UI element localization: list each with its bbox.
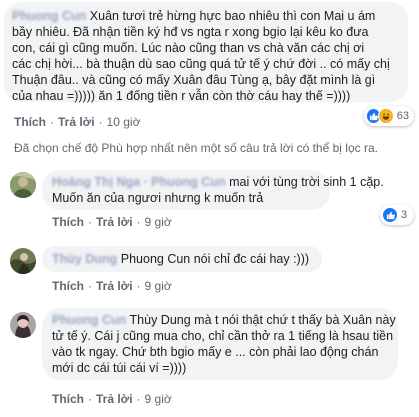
avatar[interactable] (10, 172, 36, 198)
comment-text-line: vào tk ngay. Chứ bth bgio mấy e ... còn … (52, 345, 379, 359)
reaction-count: 63 (396, 110, 409, 122)
like-reaction-icon (382, 207, 398, 223)
reaction-count: 3 (401, 209, 408, 221)
reply-link[interactable]: Trả lời (96, 215, 133, 229)
comment-text-line: Thùy Dung mà t nói thật chứ t thấy bà Xu… (129, 313, 396, 327)
reply-bubble: Hoàng Thị Nga · Phuong Cun mai với tùng … (42, 170, 384, 210)
comment-text-line: các chị hời... bà thuận dù sao cũng quá … (12, 57, 390, 71)
comment-text-line: tử tế ý. Cái j cũng mua cho, chỉ cần thở… (52, 329, 394, 343)
avatar[interactable] (10, 248, 36, 274)
comment-text-line: mai với tùng trời sinh 1 cặp. (229, 175, 384, 189)
comment-author[interactable]: Thùy Dung (52, 252, 117, 266)
comment-text-line: Thuận đâu.. và cũng có mấy Xuân đâu Tùng… (12, 73, 376, 87)
reply-link[interactable]: Trả lời (96, 392, 133, 406)
comment-author[interactable]: Phuong Cun (12, 9, 86, 23)
timestamp[interactable]: 9 giờ (145, 215, 172, 229)
comment-actions: Thích · Trả lời · 9 giờ (52, 392, 172, 406)
comment-bubble: Phuong Cun Xuân tươi trẻ hừng hực bao nh… (4, 2, 408, 103)
comment-text-line: con, cái gì cũng muốn. Lúc nào cũng than… (12, 41, 365, 55)
comment-text-line: của nhau =))))) ăn 1 đống tiền r vẫn còn… (12, 89, 351, 103)
reply-bubble: Thùy Dung Phuong Cun nói chỉ đc cái hay … (42, 246, 322, 272)
comment-text-line: Muốn ăn của ngươi nhưng k muốn trả (52, 191, 264, 205)
comment-actions: Thích · Trả lời · 9 giờ (52, 215, 172, 229)
comment-text-line: mới dc cái túi cái ví =)))) (52, 361, 187, 375)
filter-notice: Đã chọn chế độ Phù hợp nhất nên một số c… (14, 141, 378, 155)
like-link[interactable]: Thích (52, 215, 84, 229)
comment-author[interactable]: Phuong Cun (52, 313, 126, 327)
reaction-summary[interactable]: 63 (364, 106, 414, 126)
like-link[interactable]: Thích (52, 279, 84, 293)
reply-bubble: Phuong Cun Thùy Dung mà t nói thật chứ t… (42, 308, 398, 380)
like-link[interactable]: Thích (52, 392, 84, 406)
comment-author[interactable]: Hoàng Thị Nga · Phuong Cun (52, 175, 226, 189)
reaction-summary[interactable]: 3 (380, 205, 414, 225)
like-link[interactable]: Thích (14, 115, 46, 129)
timestamp[interactable]: 9 giờ (145, 392, 172, 406)
reply-link[interactable]: Trả lời (58, 115, 95, 129)
reply-link[interactable]: Trả lời (96, 279, 133, 293)
comment-actions: Thích · Trả lời · 10 giờ (14, 115, 141, 129)
timestamp[interactable]: 9 giờ (145, 279, 172, 293)
avatar[interactable] (10, 312, 36, 338)
haha-reaction-icon (378, 108, 394, 124)
comment-text-line: Phuong Cun nói chỉ đc cái hay :))) (120, 252, 310, 266)
timestamp[interactable]: 10 giờ (107, 115, 141, 129)
comment-text-line: bầy nhiêu. Đã nhận tiền ký hđ vs ngta r … (12, 25, 369, 39)
comment-text-line: Xuân tươi trẻ hừng hực bao nhiêu thì con… (89, 9, 376, 23)
comment-actions: Thích · Trả lời · 9 giờ (52, 279, 172, 293)
